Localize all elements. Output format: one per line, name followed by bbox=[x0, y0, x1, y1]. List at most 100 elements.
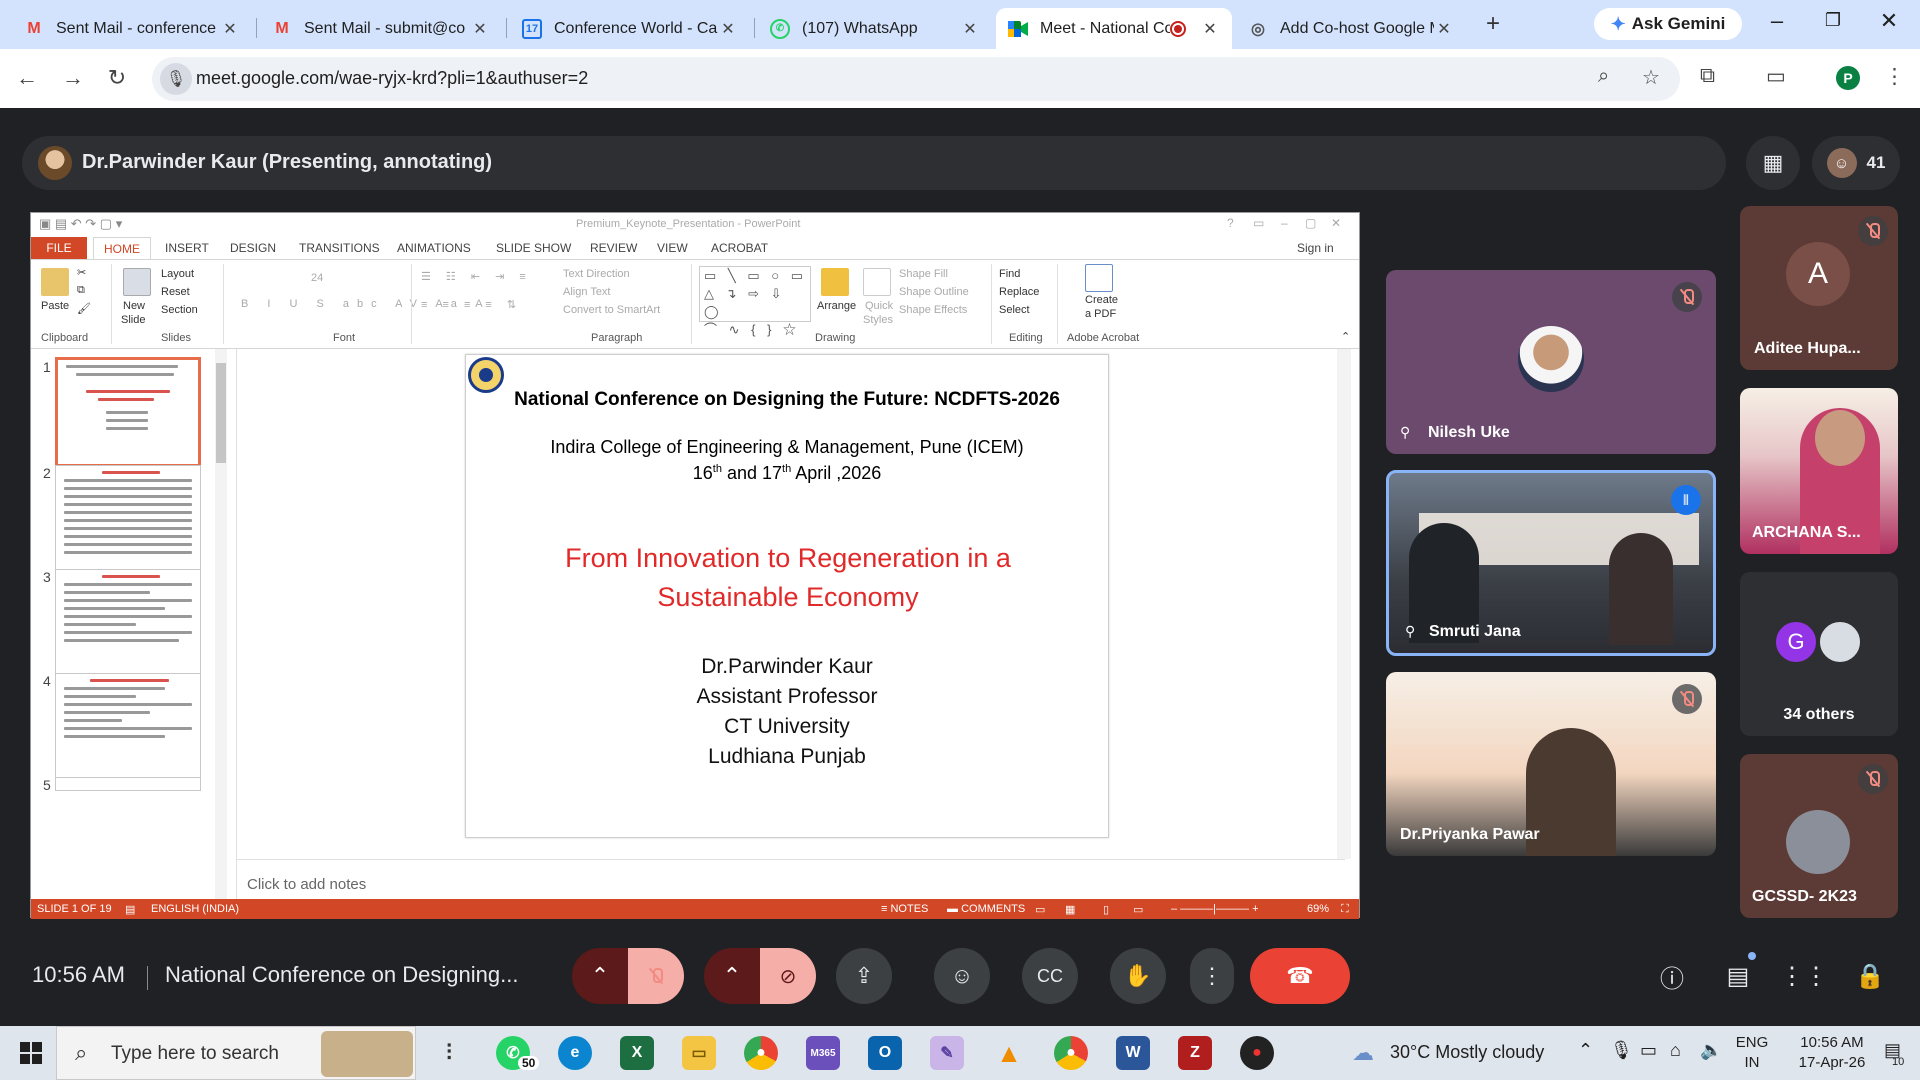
excel-icon[interactable]: X bbox=[620, 1036, 654, 1070]
paste-icon[interactable] bbox=[41, 268, 69, 296]
copy-icon[interactable]: ⧉ bbox=[77, 284, 85, 297]
format-painter-icon[interactable]: 🖌 bbox=[77, 302, 91, 315]
help-icon[interactable]: ? bbox=[1227, 216, 1234, 230]
chat-icon[interactable]: ▤ bbox=[1722, 960, 1754, 992]
taskbar-search[interactable]: ⌕ Type here to search bbox=[56, 1026, 416, 1080]
replace-button[interactable]: Replace bbox=[999, 286, 1039, 298]
taskbar-time[interactable]: 10:56 AM bbox=[1786, 1034, 1878, 1051]
slide-thumbnail[interactable] bbox=[55, 357, 201, 467]
chrome-profile-icon[interactable]: ● bbox=[1054, 1036, 1088, 1070]
comments-toggle[interactable]: ▬ COMMENTS bbox=[947, 903, 1025, 915]
camera-toggle-button[interactable]: ⊘ bbox=[760, 948, 816, 1004]
pin-icon[interactable]: ⚲ bbox=[1400, 424, 1410, 441]
ask-gemini-button[interactable]: ✦ Ask Gemini bbox=[1594, 8, 1742, 40]
extensions-icon[interactable]: ⧉ bbox=[1700, 64, 1715, 88]
vlc-icon[interactable]: ▲ bbox=[992, 1036, 1026, 1070]
minimize-icon[interactable]: – bbox=[1281, 216, 1288, 230]
tab-view[interactable]: VIEW bbox=[657, 241, 688, 255]
reading-view-icon[interactable]: ▯ bbox=[1103, 903, 1109, 916]
more-options-button[interactable]: ⋮ bbox=[1190, 948, 1234, 1004]
scroll-thumb[interactable] bbox=[216, 363, 226, 463]
participant-tile-archana[interactable]: ARCHANA S... bbox=[1740, 388, 1898, 554]
close-icon[interactable]: ✕ bbox=[1434, 19, 1454, 39]
thumbnail-scrollbar[interactable] bbox=[215, 349, 227, 899]
present-screen-button[interactable]: ⇪ bbox=[836, 948, 892, 1004]
reload-button[interactable]: ↻ bbox=[102, 63, 132, 93]
cut-icon[interactable]: ✂ bbox=[77, 266, 86, 279]
new-slide-label-2[interactable]: Slide bbox=[121, 314, 145, 326]
text-direction-button[interactable]: Text Direction bbox=[563, 268, 630, 280]
close-icon[interactable]: ✕ bbox=[1331, 216, 1341, 230]
paste-label[interactable]: Paste bbox=[41, 300, 69, 312]
weather-text[interactable]: 30°C Mostly cloudy bbox=[1390, 1042, 1544, 1063]
tab-sent-mail-conference[interactable]: M Sent Mail - conference ✕ bbox=[12, 8, 252, 49]
tab-design[interactable]: DESIGN bbox=[230, 241, 276, 255]
current-slide[interactable]: National Conference on Designing the Fut… bbox=[465, 354, 1109, 838]
tab-home[interactable]: HOME bbox=[93, 237, 151, 261]
cast-icon[interactable]: ▭ bbox=[1766, 64, 1786, 89]
slide-canvas[interactable]: National Conference on Designing the Fut… bbox=[237, 349, 1345, 859]
slideshow-view-icon[interactable]: ▭ bbox=[1133, 903, 1143, 916]
close-icon[interactable]: ✕ bbox=[1200, 19, 1220, 39]
audio-options-button[interactable]: ⌃ bbox=[572, 948, 628, 1004]
new-slide-label[interactable]: New bbox=[123, 300, 145, 312]
close-icon[interactable]: ✕ bbox=[960, 19, 980, 39]
edge-icon[interactable]: e bbox=[558, 1036, 592, 1070]
raise-hand-button[interactable]: ✋ bbox=[1110, 948, 1166, 1004]
tab-animations[interactable]: ANIMATIONS bbox=[397, 241, 471, 255]
participants-button[interactable]: ☺ 41 bbox=[1812, 136, 1900, 190]
collapse-ribbon-icon[interactable]: ⌃ bbox=[1341, 330, 1350, 343]
notes-pane[interactable]: Click to add notes bbox=[237, 859, 1345, 899]
record-app-icon[interactable]: ● bbox=[1240, 1036, 1274, 1070]
tab-insert[interactable]: INSERT bbox=[165, 241, 209, 255]
section-button[interactable]: Section bbox=[161, 304, 198, 316]
list-icons[interactable]: ☰ ☷ ⇤ ⇥ ≡ bbox=[421, 270, 532, 283]
spellcheck-icon[interactable]: ▤ bbox=[125, 903, 135, 916]
paint-icon[interactable]: ✎ bbox=[930, 1036, 964, 1070]
leave-call-button[interactable]: ☎ bbox=[1250, 948, 1350, 1004]
pin-icon[interactable]: ⚲ bbox=[1405, 623, 1415, 640]
ribbon-options-icon[interactable]: ▭ bbox=[1253, 216, 1264, 230]
shapes-gallery[interactable]: ▭ ╲ ▭ ○ ▭ △ ↴ ⇨ ⇩ ◯ ⌒ ∿ { } ☆ bbox=[699, 266, 811, 337]
host-controls-icon[interactable]: 🔒 bbox=[1854, 960, 1886, 992]
fit-slide-icon[interactable]: ⛶ bbox=[1341, 903, 1349, 916]
slide-scrollbar[interactable] bbox=[1337, 349, 1351, 859]
hide-presentation-icon[interactable]: ▦ bbox=[1746, 136, 1800, 190]
tray-chevron-icon[interactable]: ⌃ bbox=[1578, 1040, 1593, 1061]
notes-toggle[interactable]: ≡ NOTES bbox=[881, 903, 928, 915]
mic-tray-icon[interactable]: 🎙 bbox=[1610, 1040, 1633, 1061]
outlook-icon[interactable]: O bbox=[868, 1036, 902, 1070]
new-slide-icon[interactable] bbox=[123, 268, 151, 296]
network-icon[interactable]: ⌂ bbox=[1670, 1040, 1681, 1061]
close-icon[interactable]: ✕ bbox=[220, 19, 240, 39]
quick-styles-label-2[interactable]: Styles bbox=[863, 314, 893, 326]
find-button[interactable]: Find bbox=[999, 268, 1020, 280]
language-bottom[interactable]: IN bbox=[1732, 1054, 1772, 1071]
arrange-icon[interactable] bbox=[821, 268, 849, 296]
tab-file[interactable]: FILE bbox=[31, 237, 87, 259]
select-button[interactable]: Select bbox=[999, 304, 1030, 316]
maximize-icon[interactable]: ▢ bbox=[1305, 216, 1316, 230]
tab-whatsapp[interactable]: ✆ (107) WhatsApp ✕ bbox=[758, 8, 992, 49]
filezilla-icon[interactable]: Z bbox=[1178, 1036, 1212, 1070]
create-pdf-label-2[interactable]: a PDF bbox=[1085, 308, 1116, 320]
volume-icon[interactable]: 🔈 bbox=[1700, 1040, 1722, 1061]
restore-button[interactable]: ❐ bbox=[1818, 10, 1848, 31]
quick-styles-label[interactable]: Quick bbox=[865, 300, 893, 312]
shape-fill-button[interactable]: Shape Fill bbox=[899, 268, 948, 280]
align-text-button[interactable]: Align Text bbox=[563, 286, 611, 298]
tab-review[interactable]: REVIEW bbox=[590, 241, 637, 255]
slide-thumbnail[interactable] bbox=[55, 777, 201, 791]
tab-acrobat[interactable]: ACROBAT bbox=[711, 241, 768, 255]
language-top[interactable]: ENG bbox=[1732, 1034, 1772, 1051]
profile-avatar[interactable]: P bbox=[1836, 66, 1860, 90]
convert-smartart-button[interactable]: Convert to SmartArt bbox=[563, 304, 660, 316]
arrange-label[interactable]: Arrange bbox=[817, 300, 856, 312]
site-info-icon[interactable]: 🎙 bbox=[160, 63, 192, 95]
address-bar[interactable]: 🎙 meet.google.com/wae-ryjx-krd?pli=1&aut… bbox=[152, 57, 1680, 101]
menu-icon[interactable]: ⋮ bbox=[1884, 64, 1905, 89]
forward-button[interactable]: → bbox=[58, 63, 88, 93]
taskbar-date[interactable]: 17-Apr-26 bbox=[1786, 1054, 1878, 1071]
layout-button[interactable]: Layout bbox=[161, 268, 194, 280]
close-icon[interactable]: ✕ bbox=[470, 19, 490, 39]
